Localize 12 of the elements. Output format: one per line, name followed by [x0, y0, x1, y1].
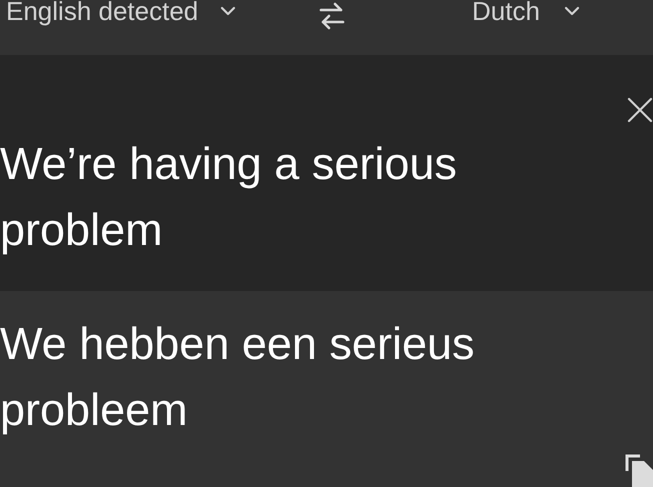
translation-text: We hebben een serieus probleem: [0, 317, 476, 437]
target-language-selector[interactable]: Dutch: [472, 0, 580, 28]
close-button[interactable]: [626, 95, 653, 125]
swap-arrows-icon: [319, 1, 345, 31]
source-text[interactable]: We’re having a serious problem: [0, 133, 600, 265]
swap-languages-button[interactable]: [318, 0, 346, 32]
chevron-down-icon: [220, 6, 236, 16]
chevron-down-icon: [564, 6, 580, 16]
source-language-selector[interactable]: English detected: [6, 0, 236, 28]
copy-button[interactable]: [624, 453, 653, 487]
copy-icon: [624, 453, 653, 487]
close-icon: [626, 96, 653, 124]
